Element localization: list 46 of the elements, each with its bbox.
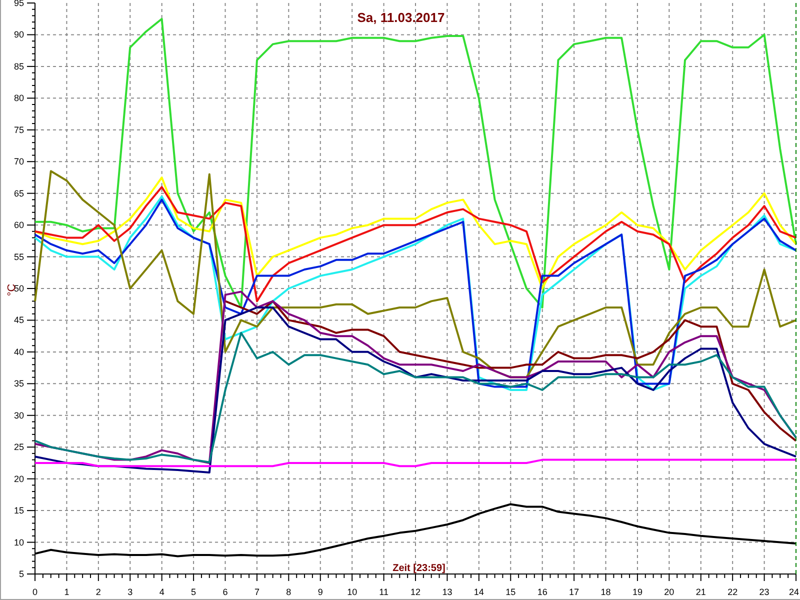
- tick-label: 35: [14, 378, 24, 389]
- tick-label: 12: [410, 587, 420, 597]
- tick-label: 6: [222, 587, 228, 597]
- tick-label: 23: [759, 587, 770, 597]
- tick-label: 5: [18, 569, 24, 579]
- tick-label: 55: [14, 252, 24, 262]
- tick-label: 24: [788, 587, 799, 597]
- tick-label: 75: [14, 124, 24, 135]
- tick-label: 30: [14, 410, 24, 420]
- tick-label: 16: [537, 587, 548, 597]
- tick-label: 14: [474, 587, 484, 597]
- tick-label: 10: [347, 587, 358, 597]
- tick-label: 95: [14, 0, 24, 8]
- tick-label: 20: [14, 474, 24, 484]
- tick-label: 80: [14, 93, 24, 104]
- tick-label: 65: [14, 188, 24, 198]
- tick-label: 19: [632, 587, 642, 597]
- tick-label: 85: [14, 61, 24, 72]
- tick-label: 40: [14, 346, 24, 357]
- tick-label: 5: [191, 587, 196, 597]
- tick-label: 3: [128, 587, 133, 597]
- tick-label: 17: [569, 587, 580, 597]
- tick-label: 2: [96, 587, 101, 597]
- tick-label: 15: [506, 587, 516, 597]
- tick-label: 13: [442, 587, 452, 597]
- tick-label: 0: [32, 587, 38, 597]
- tick-label: 7: [254, 587, 260, 597]
- tick-label: 90: [14, 30, 24, 40]
- tick-label: 1: [64, 587, 70, 597]
- tick-label: 21: [696, 587, 706, 597]
- tick-label: 20: [664, 587, 674, 597]
- tick-label: 70: [14, 156, 24, 167]
- tick-label: 15: [14, 506, 24, 516]
- tick-label: 60: [14, 220, 24, 230]
- tick-label: 10: [14, 537, 24, 548]
- tick-label: 8: [286, 587, 292, 597]
- tick-label: 11: [379, 587, 388, 597]
- tick-label: 45: [14, 315, 24, 326]
- tick-label: 9: [318, 587, 323, 597]
- tick-label: 4: [159, 587, 164, 597]
- tick-label: 18: [600, 587, 611, 597]
- axis-title: Zeit [23:59]: [392, 563, 446, 574]
- tick-label: 22: [728, 587, 738, 597]
- tick-label: 25: [14, 442, 24, 452]
- chart-title: Sa, 11.03.2017: [357, 10, 445, 25]
- tick-label: 50: [14, 284, 24, 294]
